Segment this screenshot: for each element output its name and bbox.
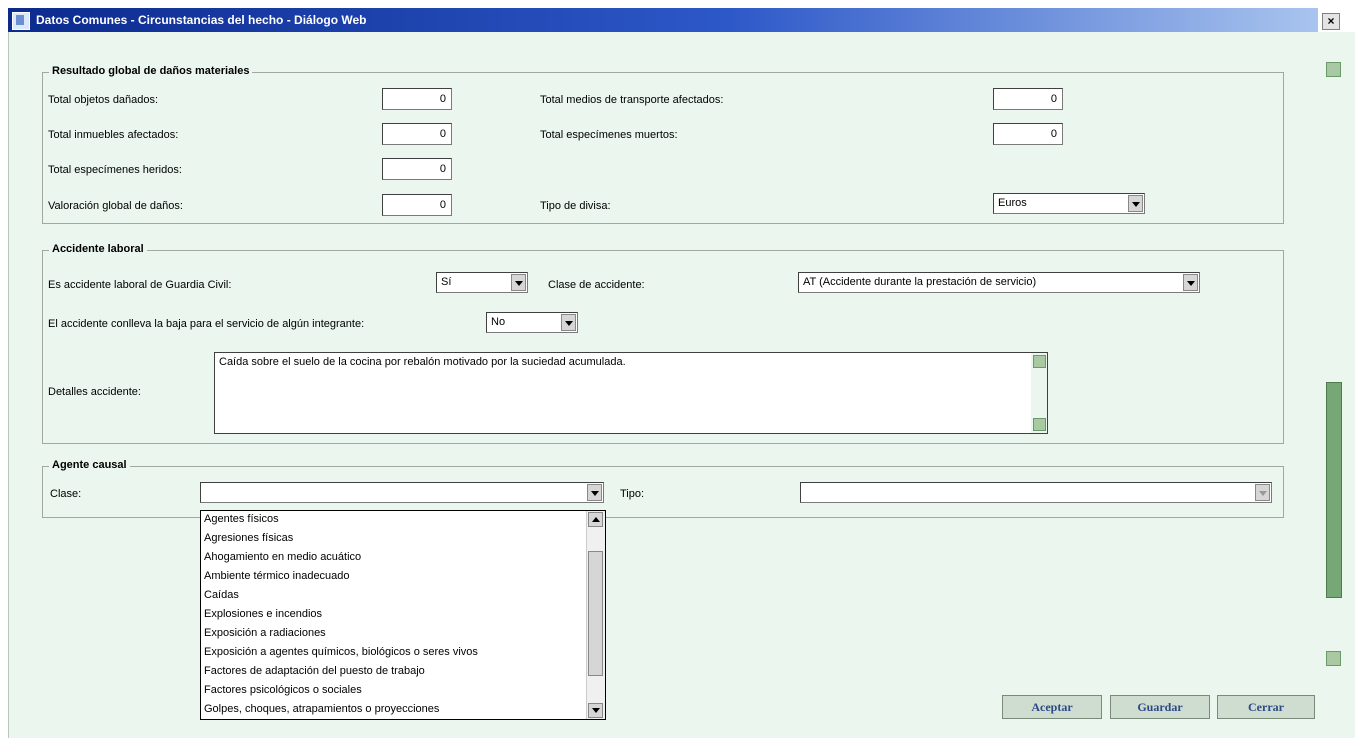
total-medios-label: Total medios de transporte afectados: [540,94,724,106]
scroll-down-icon[interactable] [1033,418,1046,431]
window-title: Datos Comunes - Circunstancias del hecho… [36,13,367,27]
list-item[interactable]: Explosiones e incendios [204,608,322,620]
valoracion-input[interactable]: 0 [382,194,452,216]
scroll-up-icon[interactable] [1033,355,1046,368]
agente-clase-label: Clase: [50,488,82,500]
close-window-button[interactable]: × [1322,13,1340,30]
scroll-thumb[interactable] [588,551,603,676]
chevron-down-icon[interactable] [587,484,602,501]
detalles-text: Caída sobre el suelo de la cocina por re… [219,356,626,368]
total-muertos-input[interactable]: 0 [993,123,1063,145]
cerrar-button[interactable]: Cerrar [1217,695,1315,719]
chevron-down-icon[interactable] [1255,484,1270,501]
divisa-value: Euros [998,197,1027,209]
title-bar: Datos Comunes - Circunstancias del hecho… [8,8,1318,32]
baja-label: El accidente conlleva la baja para el se… [48,318,365,330]
total-objetos-input[interactable]: 0 [382,88,452,110]
list-item[interactable]: Agentes físicos [204,513,279,525]
chevron-down-icon[interactable] [561,314,576,331]
agente-tipo-label: Tipo: [620,488,645,500]
guardar-button[interactable]: Guardar [1110,695,1210,719]
dropdown-scrollbar[interactable] [586,511,605,719]
scroll-up-icon[interactable] [1326,62,1341,77]
list-item[interactable]: Ambiente térmico inadecuado [204,570,350,582]
total-inmuebles-label: Total inmuebles afectados: [48,129,179,141]
scroll-down-icon[interactable] [588,703,603,718]
agente-legend: Agente causal [49,459,130,471]
total-medios-input[interactable]: 0 [993,88,1063,110]
agente-tipo-select[interactable] [800,482,1272,503]
window-app-icon [12,12,30,30]
divisa-label: Tipo de divisa: [540,200,611,212]
detalles-label: Detalles accidente: [48,386,141,398]
list-item[interactable]: Ahogamiento en medio acuático [204,551,361,563]
chevron-down-icon[interactable] [511,274,526,291]
agente-clase-select[interactable] [200,482,604,503]
clase-accidente-select[interactable]: AT (Accidente durante la prestación de s… [798,272,1200,293]
es-accidente-select[interactable]: Sí [436,272,528,293]
chevron-down-icon[interactable] [1128,195,1143,212]
divisa-select[interactable]: Euros [993,193,1145,214]
list-item[interactable]: Exposición a radiaciones [204,627,326,639]
total-heridos-label: Total especímenes heridos: [48,164,182,176]
chevron-down-icon[interactable] [1183,274,1198,291]
scroll-up-icon[interactable] [588,512,603,527]
detalles-textarea[interactable]: Caída sobre el suelo de la cocina por re… [214,352,1048,434]
es-accidente-value: Sí [441,276,452,288]
main-scrollbar[interactable] [1324,62,1344,666]
agente-clase-dropdown-list[interactable]: Agentes físicos Agresiones físicas Ahoga… [200,510,606,720]
es-accidente-label: Es accidente laboral de Guardia Civil: [48,279,232,291]
list-item[interactable]: Factores de adaptación del puesto de tra… [204,665,425,677]
list-item[interactable]: Factores psicológicos o sociales [204,684,362,696]
baja-select[interactable]: No [486,312,578,333]
total-objetos-label: Total objetos dañados: [48,94,159,106]
valoracion-label: Valoración global de daños: [48,200,183,212]
list-item[interactable]: Exposición a agentes químicos, biológico… [204,646,478,658]
clase-accidente-value: AT (Accidente durante la prestación de s… [803,276,1037,288]
danos-legend: Resultado global de daños materiales [49,65,253,77]
scroll-thumb[interactable] [1326,382,1342,598]
total-heridos-input[interactable]: 0 [382,158,452,180]
aceptar-button[interactable]: Aceptar [1002,695,1102,719]
list-item[interactable]: Golpes, choques, atrapamientos o proyecc… [204,703,439,715]
accidente-legend: Accidente laboral [49,243,147,255]
clase-accidente-label: Clase de accidente: [548,279,645,291]
scroll-down-icon[interactable] [1326,651,1341,666]
list-item[interactable]: Agresiones físicas [204,532,293,544]
total-inmuebles-input[interactable]: 0 [382,123,452,145]
list-item[interactable]: Caídas [204,589,239,601]
detalles-scrollbar[interactable] [1031,353,1047,433]
baja-value: No [491,316,506,328]
total-muertos-label: Total especímenes muertos: [540,129,678,141]
